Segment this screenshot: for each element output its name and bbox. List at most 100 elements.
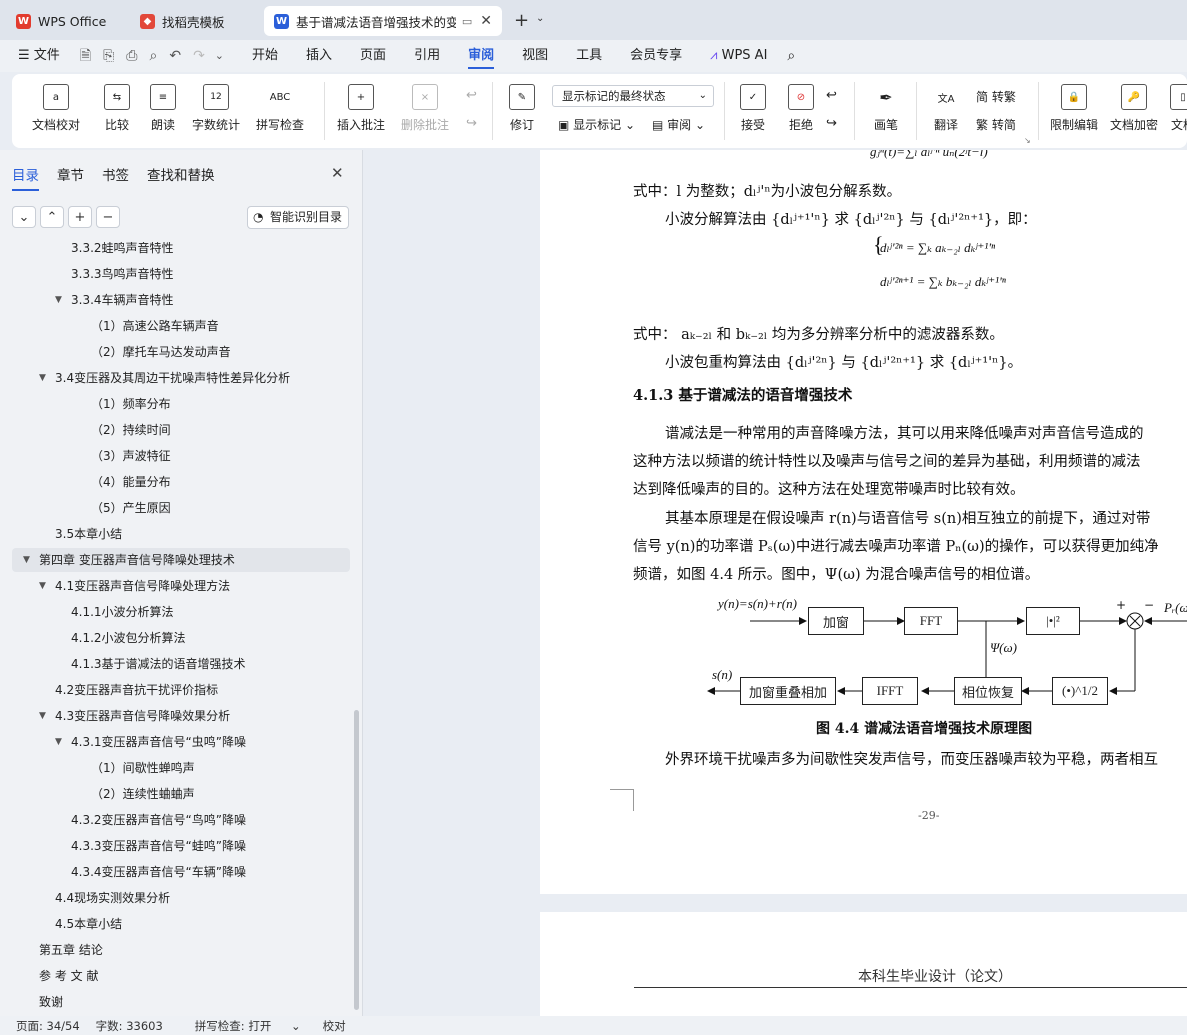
accept-button[interactable]: ✓ 接受 [732, 74, 774, 133]
menu-home[interactable]: 开始 [238, 40, 292, 72]
expand-arrow-icon[interactable]: ▼ [55, 730, 62, 754]
toc-item[interactable]: 4.1.1小波分析算法 [12, 600, 350, 624]
tab-document[interactable]: W 基于谱减法语音增强技术的变压 ▭ ✕ [264, 6, 502, 36]
dialog-launcher-icon[interactable]: ↘ [1024, 136, 1031, 145]
encrypt-button[interactable]: 🔑 文档加密 [1108, 74, 1160, 133]
expand-arrow-icon[interactable]: ▼ [55, 288, 62, 312]
toc-item[interactable]: （2）摩托车马达发动声音 [12, 340, 350, 364]
toc-item[interactable]: 3.3.3鸟鸣声音特性 [12, 262, 350, 286]
toc-item[interactable]: 4.3.3变压器声音信号“蛙鸣”降噪 [12, 834, 350, 858]
tab-template[interactable]: ◆ 找稻壳模板 [130, 6, 258, 36]
scrollbar[interactable] [354, 710, 359, 1010]
toc-item[interactable]: （1）间歇性蝉鸣声 [12, 756, 350, 780]
expand-arrow-icon[interactable]: ▼ [39, 704, 46, 728]
toc-item[interactable]: （2）连续性蛐蛐声 [12, 782, 350, 806]
remove-icon[interactable]: − [96, 206, 120, 228]
toc-item[interactable]: 4.3.2变压器声音信号“鸟鸣”降噪 [12, 808, 350, 832]
translate-button[interactable]: 文A 翻译 [926, 74, 966, 133]
doc-more-button[interactable]: ▯ 文档 [1168, 74, 1187, 133]
toc-item[interactable]: 4.2变压器声音抗干扰评价指标 [12, 678, 350, 702]
proof-indicator[interactable]: 校对 [323, 1018, 346, 1034]
tab-wps-office[interactable]: W WPS Office [6, 6, 124, 36]
redo-icon[interactable]: ↷ [187, 40, 211, 72]
menu-tools[interactable]: 工具 [562, 40, 616, 72]
close-icon[interactable]: ✕ [331, 164, 344, 182]
restrict-edit-button[interactable]: 🔒 限制编辑 [1048, 74, 1100, 133]
show-markup-button[interactable]: ▣ 显示标记 ⌄ [558, 116, 635, 133]
toc-item[interactable]: 3.3.2蛙鸣声音特性 [12, 242, 350, 260]
to-simplified-button[interactable]: 简 转繁 [976, 88, 1016, 105]
window-icon[interactable]: ▭ [462, 15, 472, 28]
chevron-down-icon[interactable]: ⌄ [536, 13, 544, 24]
collapse-icon[interactable]: ⌄ [12, 206, 36, 228]
toc-item[interactable]: 第五章 结论 [12, 938, 350, 962]
toc-item[interactable]: 3.5本章小结 [12, 522, 350, 546]
toc-item[interactable]: ▼ 4.3变压器声音信号降噪效果分析 [12, 704, 350, 728]
toc-item[interactable]: （5）产生原因 [12, 496, 350, 520]
toc-item[interactable]: （1）频率分布 [12, 392, 350, 416]
menu-review[interactable]: 审阅 [454, 40, 508, 72]
spell-check-button[interactable]: ABC 拼写检查 [250, 74, 310, 133]
reject-button[interactable]: ⊘ 拒绝 [780, 74, 822, 133]
toc-item[interactable]: 4.1.3基于谱减法的语音增强技术 [12, 652, 350, 676]
new-tab-icon[interactable]: + [514, 10, 529, 31]
page-indicator[interactable]: 页面: 34/54 [16, 1018, 80, 1034]
close-icon[interactable]: ✕ [480, 13, 492, 29]
toc-item[interactable]: ▼ 3.4变压器及其周边干扰噪声特性差异化分析 [12, 366, 350, 390]
toc-item[interactable]: （2）持续时间 [12, 418, 350, 442]
toc-item[interactable]: （3）声波特征 [12, 444, 350, 468]
menu-page[interactable]: 页面 [346, 40, 400, 72]
more-icon[interactable]: ⌄ [211, 40, 238, 72]
tab-chapter[interactable]: 章节 [57, 164, 84, 191]
expand-arrow-icon[interactable]: ▼ [39, 574, 46, 598]
toc-item[interactable]: 4.5本章小结 [12, 912, 350, 936]
toc-item[interactable]: 4.4现场实测效果分析 [12, 886, 350, 910]
file-menu[interactable]: ☰ 文件 [0, 40, 74, 72]
delete-comment-button[interactable]: × 删除批注 [396, 74, 454, 133]
search-icon[interactable]: ⌕ [781, 40, 801, 72]
tab-find-replace[interactable]: 查找和替换 [147, 164, 215, 191]
expand-icon[interactable]: ⌃ [40, 206, 64, 228]
export-icon[interactable]: ⎘ [97, 40, 120, 72]
pen-button[interactable]: ✒ 画笔 [866, 74, 906, 133]
spell-check-indicator[interactable]: 拼写检查: 打开 ⌄ [179, 1018, 301, 1034]
print-preview-icon[interactable]: ⌕ [143, 40, 163, 72]
next-comment-icon[interactable]: ↪ [466, 116, 477, 131]
toc-item[interactable]: （4）能量分布 [12, 470, 350, 494]
review-pane-button[interactable]: ▤ 审阅 ⌄ [652, 116, 705, 133]
track-changes-button[interactable]: ✎ 修订 [504, 74, 540, 133]
toc-item[interactable]: 致谢 [12, 990, 350, 1012]
toc-item[interactable]: ▼ 第四章 变压器声音信号降噪处理技术 [12, 548, 350, 572]
toc-item[interactable]: （1）高速公路车辆声音 [12, 314, 350, 338]
expand-arrow-icon[interactable]: ▼ [23, 548, 30, 572]
menu-view[interactable]: 视图 [508, 40, 562, 72]
menu-member[interactable]: 会员专享 [616, 40, 696, 72]
smart-toc-button[interactable]: ◔ 智能识别目录 [247, 206, 350, 229]
menu-insert[interactable]: 插入 [292, 40, 346, 72]
menu-reference[interactable]: 引用 [400, 40, 454, 72]
next-change-icon[interactable]: ↪ [826, 116, 837, 131]
undo-icon[interactable]: ↶ [163, 40, 187, 72]
tab-bookmark[interactable]: 书签 [102, 164, 129, 191]
toc-item[interactable]: 参 考 文 献 [12, 964, 350, 988]
toc-item[interactable]: 4.1.2小波包分析算法 [12, 626, 350, 650]
proofread-button[interactable]: a 文档校对 [28, 74, 84, 133]
compare-button[interactable]: ⇆ 比较 [96, 74, 138, 133]
read-aloud-button[interactable]: ≡ 朗读 [146, 74, 180, 133]
add-icon[interactable]: + [68, 206, 92, 228]
wps-ai-button[interactable]: ⩘ WPS AI [696, 40, 781, 72]
word-count-indicator[interactable]: 字数: 33603 [96, 1018, 163, 1034]
prev-change-icon[interactable]: ↩ [826, 88, 837, 103]
to-traditional-button[interactable]: 繁 转简 [976, 116, 1016, 133]
print-icon[interactable]: ⎙ [120, 40, 143, 72]
toc-item[interactable]: 4.3.4变压器声音信号“车辆”降噪 [12, 860, 350, 884]
save-icon[interactable]: 🗎 [74, 40, 97, 72]
word-count-button[interactable]: 12 字数统计 [190, 74, 242, 133]
insert-comment-button[interactable]: + 插入批注 [336, 74, 386, 133]
markup-display-select[interactable]: 显示标记的最终状态 ⌄ [552, 85, 714, 107]
expand-arrow-icon[interactable]: ▼ [39, 366, 46, 390]
tab-toc[interactable]: 目录 [12, 164, 39, 191]
toc-item[interactable]: ▼ 3.3.4车辆声音特性 [12, 288, 350, 312]
prev-comment-icon[interactable]: ↩ [466, 88, 477, 103]
toc-item[interactable]: ▼ 4.1变压器声音信号降噪处理方法 [12, 574, 350, 598]
